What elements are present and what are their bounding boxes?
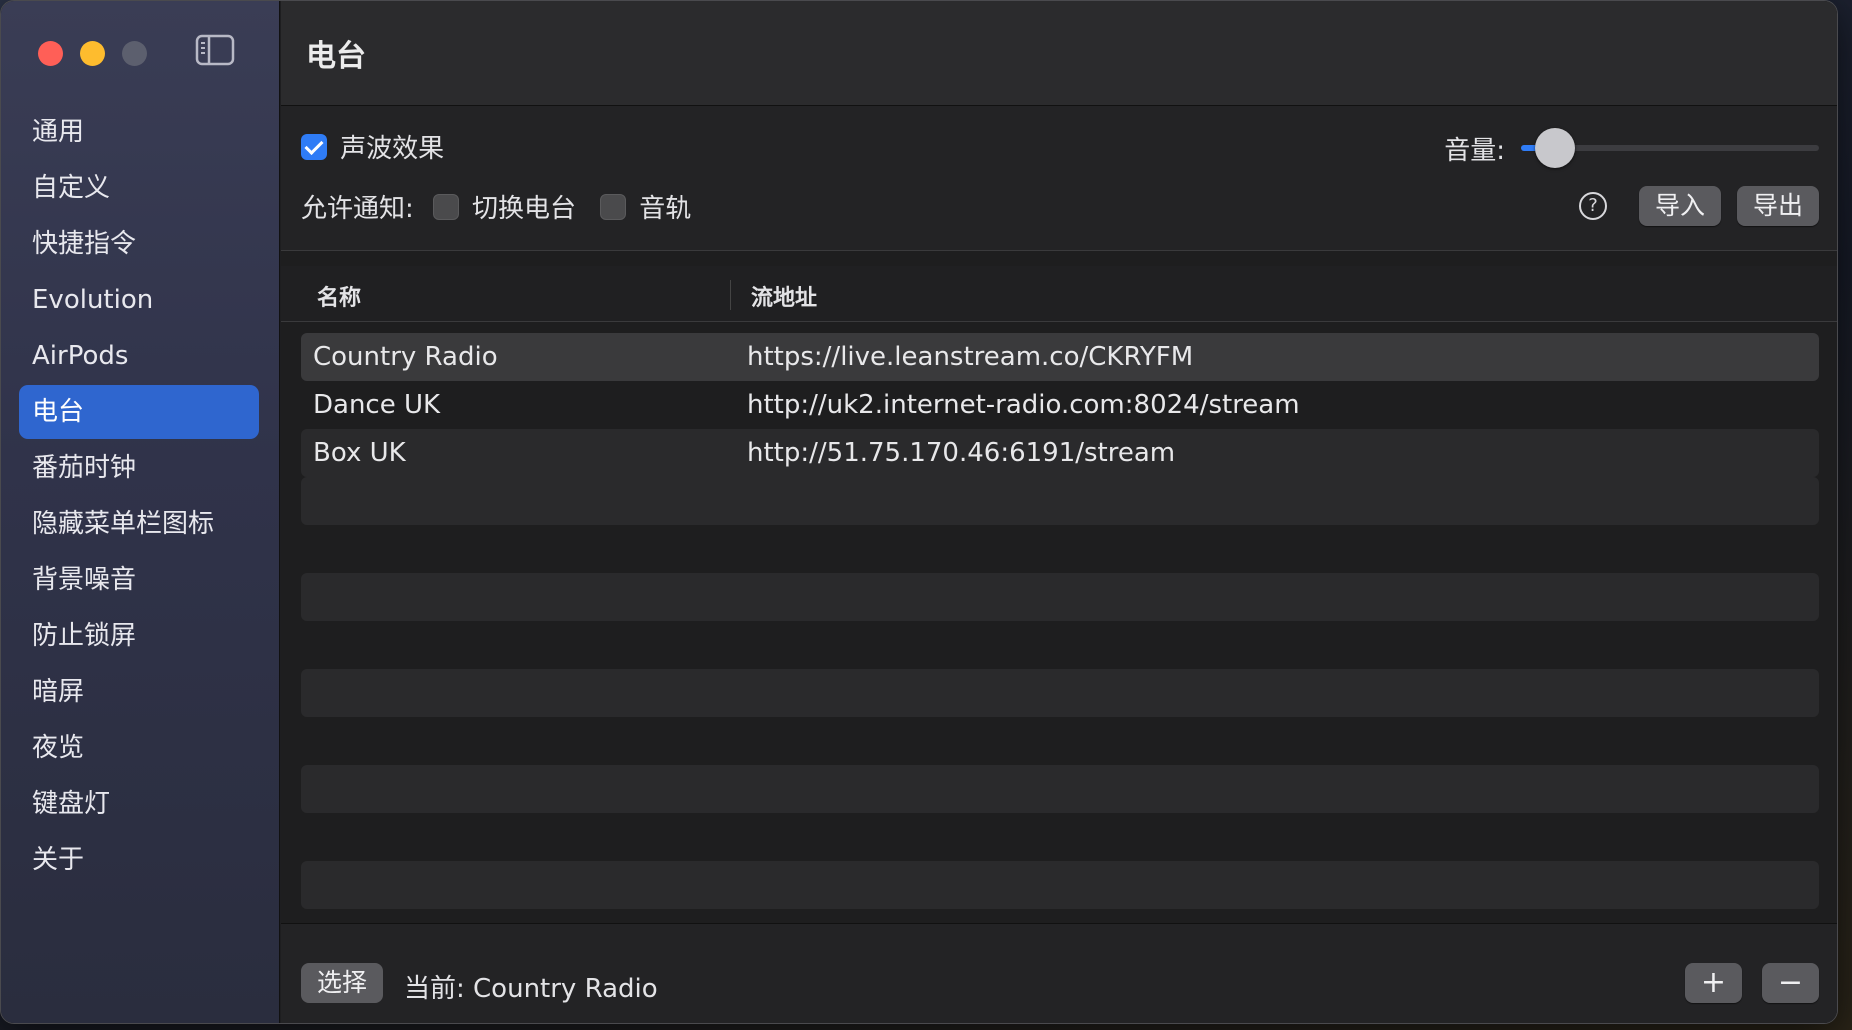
station-name: Box UK [313, 438, 406, 468]
sidebar-item-prevent-lock[interactable]: 防止锁屏 [19, 609, 259, 663]
sidebar-toggle-icon[interactable] [195, 34, 235, 66]
close-window-button[interactable] [38, 41, 63, 66]
empty-row [301, 621, 1819, 669]
empty-row [301, 765, 1819, 813]
choose-button[interactable]: 选择 [301, 963, 384, 1003]
sidebar: 通用 自定义 快捷指令 Evolution AirPods 电台 番茄时钟 隐藏… [1, 1, 280, 1023]
sidebar-item-night-shift[interactable]: 夜览 [19, 721, 259, 775]
wave-effect-checkbox[interactable] [301, 133, 327, 160]
volume-slider-knob[interactable] [1534, 128, 1575, 168]
volume-slider[interactable] [1521, 128, 1819, 168]
sidebar-item-general[interactable]: 通用 [19, 105, 259, 159]
column-header-url[interactable]: 流地址 [751, 280, 817, 312]
switch-station-checkbox[interactable] [432, 193, 459, 220]
radio-settings: 声波效果 音量: 允许通知: 切换电台 音轨 ? 导入 导出 [281, 106, 1837, 251]
export-button[interactable]: 导出 [1736, 186, 1819, 226]
station-url: https://live.leanstream.co/CKRYFM [747, 342, 1194, 372]
table-row[interactable]: Country Radio https://live.leanstream.co… [301, 333, 1819, 381]
sidebar-item-shortcuts[interactable]: 快捷指令 [19, 217, 259, 271]
table-row[interactable]: Dance UK http://uk2.internet-radio.com:8… [301, 381, 1819, 429]
add-remove-controls: + − [1685, 963, 1819, 1003]
table-body: Country Radio https://live.leanstream.co… [301, 333, 1819, 909]
column-divider[interactable] [730, 280, 731, 310]
track-label[interactable]: 音轨 [639, 194, 691, 224]
empty-row [301, 717, 1819, 765]
empty-row [301, 861, 1819, 909]
zoom-window-button[interactable] [122, 41, 147, 66]
station-url: http://51.75.170.46:6191/stream [747, 438, 1176, 468]
column-header-name[interactable]: 名称 [317, 280, 361, 312]
empty-row [301, 477, 1819, 525]
window-controls [38, 41, 147, 66]
switch-station-label[interactable]: 切换电台 [472, 194, 576, 224]
table-row[interactable]: Box UK http://51.75.170.46:6191/stream [301, 429, 1819, 477]
current-station-label: 当前: Country Radio [404, 974, 658, 1004]
minimize-window-button[interactable] [80, 41, 105, 66]
station-name: Country Radio [313, 342, 498, 372]
import-export-actions: ? 导入 导出 [1578, 186, 1819, 226]
volume-label: 音量: [1444, 135, 1505, 166]
sidebar-item-pomodoro[interactable]: 番茄时钟 [19, 441, 259, 495]
sidebar-item-airpods[interactable]: AirPods [19, 329, 259, 383]
sidebar-item-dim-screen[interactable]: 暗屏 [19, 665, 259, 719]
remove-station-button[interactable]: − [1762, 963, 1819, 1003]
empty-row [301, 669, 1819, 717]
add-station-button[interactable]: + [1685, 963, 1742, 1003]
table-header: 名称 流地址 [281, 266, 1837, 322]
import-button[interactable]: 导入 [1638, 186, 1721, 226]
station-name: Dance UK [313, 390, 441, 420]
sidebar-item-background-noise[interactable]: 背景噪音 [19, 553, 259, 607]
sidebar-item-about[interactable]: 关于 [19, 833, 259, 887]
wave-effect-label[interactable]: 声波效果 [340, 134, 444, 164]
empty-row [301, 573, 1819, 621]
sidebar-item-evolution[interactable]: Evolution [19, 273, 259, 327]
settings-row-wave: 声波效果 音量: [301, 128, 1819, 168]
main-panel: 电台 声波效果 音量: 允许通知: 切换电台 音轨 ? 导入 导出 名称 流地址… [281, 1, 1837, 1023]
page-title: 电台 [306, 39, 366, 74]
sidebar-item-keyboard-light[interactable]: 键盘灯 [19, 777, 259, 831]
station-url: http://uk2.internet-radio.com:8024/strea… [747, 390, 1300, 420]
notify-label: 允许通知: [301, 194, 414, 224]
empty-row [301, 525, 1819, 573]
sidebar-nav: 通用 自定义 快捷指令 Evolution AirPods 电台 番茄时钟 隐藏… [19, 105, 259, 889]
footer-bar: 选择 当前: Country Radio + − [281, 923, 1837, 1023]
stations-table: 名称 流地址 Country Radio https://live.leanst… [281, 266, 1837, 923]
sidebar-item-hide-menubar-icons[interactable]: 隐藏菜单栏图标 [19, 497, 259, 551]
app-window: 通用 自定义 快捷指令 Evolution AirPods 电台 番茄时钟 隐藏… [0, 0, 1838, 1024]
sidebar-item-customize[interactable]: 自定义 [19, 161, 259, 215]
sidebar-item-radio[interactable]: 电台 [19, 385, 259, 439]
help-icon[interactable]: ? [1578, 192, 1607, 220]
titlebar: 电台 [281, 1, 1837, 106]
volume-control: 音量: [1444, 128, 1819, 168]
empty-row [301, 813, 1819, 861]
track-checkbox[interactable] [600, 193, 627, 220]
settings-row-notifications: 允许通知: 切换电台 音轨 ? 导入 导出 [301, 186, 1819, 228]
